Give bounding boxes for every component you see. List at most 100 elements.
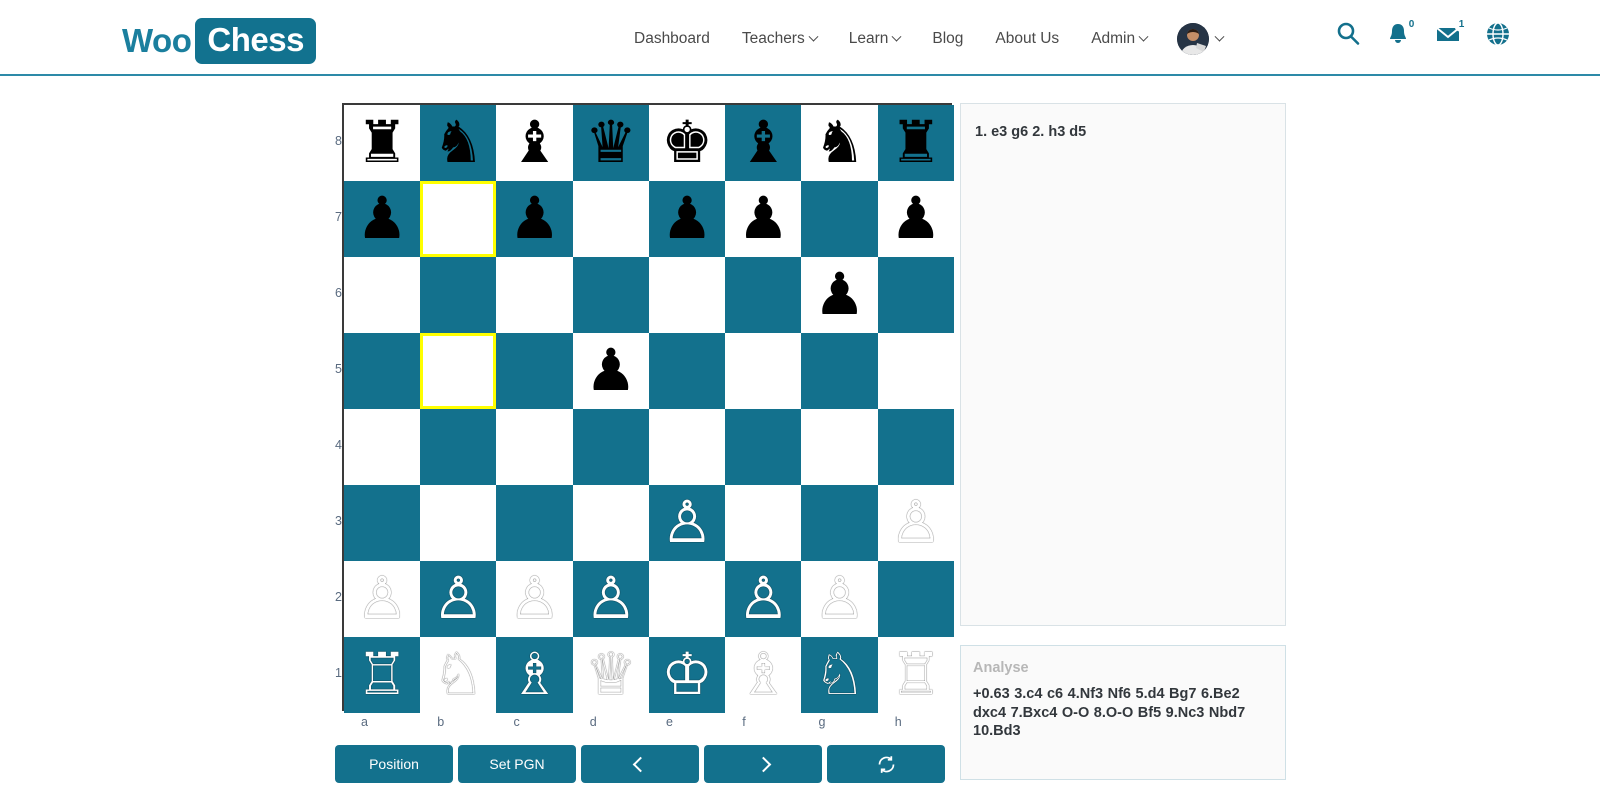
position-button[interactable]: Position	[335, 745, 453, 783]
board-square-h5[interactable]	[877, 333, 954, 409]
board-square-h4[interactable]	[877, 409, 954, 485]
piece-e7: ♟	[661, 186, 714, 251]
board-square-d2[interactable]: ♙	[572, 561, 649, 637]
board-square-e3[interactable]: ♙	[648, 485, 726, 561]
flip-board-button[interactable]	[827, 745, 945, 783]
board-square-a4[interactable]	[343, 409, 421, 485]
board-square-f8[interactable]: ♝	[725, 105, 802, 181]
piece-a7: ♟	[356, 186, 409, 251]
board-square-a8[interactable]: ♜	[343, 105, 421, 181]
board-square-d4[interactable]	[572, 409, 649, 485]
board-square-g3[interactable]	[801, 485, 878, 561]
chevron-down-icon	[1214, 31, 1225, 42]
file-label: a	[361, 715, 368, 729]
message-badge: 1	[1454, 17, 1469, 32]
board-square-f6[interactable]	[725, 257, 802, 333]
board-square-b2[interactable]: ♙	[420, 561, 497, 637]
search-icon[interactable]	[1334, 20, 1362, 50]
board-square-f3[interactable]	[725, 485, 802, 561]
board-square-b7[interactable]	[420, 181, 497, 257]
board-square-b3[interactable]	[420, 485, 497, 561]
board-square-e7[interactable]: ♟	[648, 181, 726, 257]
piece-f1: ♗	[737, 642, 790, 707]
next-move-button[interactable]	[704, 745, 822, 783]
board-square-c7[interactable]: ♟	[496, 181, 573, 257]
move-list-panel[interactable]: 1. e3 g6 2. h3 d5	[960, 103, 1286, 626]
board-square-d6[interactable]	[572, 257, 649, 333]
board-square-h1[interactable]: ♖	[877, 637, 954, 713]
board-square-g2[interactable]: ♙	[801, 561, 878, 637]
board-square-c8[interactable]: ♝	[496, 105, 573, 181]
board-square-g1[interactable]: ♘	[801, 637, 878, 713]
board-square-h2[interactable]	[877, 561, 954, 637]
piece-g2: ♙	[813, 566, 866, 631]
board-square-h3[interactable]: ♙	[877, 485, 954, 561]
board-square-e1[interactable]: ♔	[648, 637, 726, 713]
board-square-c6[interactable]	[496, 257, 573, 333]
board-square-h6[interactable]	[877, 257, 954, 333]
board-square-b5[interactable]	[420, 333, 497, 409]
board-square-e8[interactable]: ♚	[648, 105, 726, 181]
board-square-b1[interactable]: ♘	[420, 637, 497, 713]
board-square-a1[interactable]: ♖	[343, 637, 421, 713]
board-square-f7[interactable]: ♟	[725, 181, 802, 257]
board-square-c5[interactable]	[496, 333, 573, 409]
main-content: 8 7 6 5 4 3 2 1 ♜ ♞ ♝ ♛ ♚ ♝ ♞ ♜ ♟ ♟ ♟ ♟ ♟ ♟ ♟ ♙ ♙ ♙ ♙ ♙ ♙ ♙ ♙ ♖…	[0, 76, 1600, 800]
board-square-a5[interactable]	[343, 333, 421, 409]
board-square-a3[interactable]	[343, 485, 421, 561]
board-square-a2[interactable]: ♙	[343, 561, 421, 637]
board-square-b6[interactable]	[420, 257, 497, 333]
board-square-f1[interactable]: ♗	[725, 637, 802, 713]
board-square-c4[interactable]	[496, 409, 573, 485]
board-square-f4[interactable]	[725, 409, 802, 485]
board-square-g6[interactable]: ♟	[801, 257, 878, 333]
board-square-f2[interactable]: ♙	[725, 561, 802, 637]
nav-item-teachers[interactable]: Teachers	[726, 28, 833, 50]
nav-item-about-us[interactable]: About Us	[979, 28, 1075, 50]
set-pgn-button[interactable]: Set PGN	[458, 745, 576, 783]
piece-g6: ♟	[813, 262, 866, 327]
board-square-e6[interactable]	[648, 257, 726, 333]
nav-item-dashboard[interactable]: Dashboard	[618, 28, 726, 50]
site-logo[interactable]: Woo Chess	[122, 18, 316, 64]
nav-item-blog[interactable]: Blog	[916, 28, 979, 50]
board-square-g5[interactable]	[801, 333, 878, 409]
board-square-b4[interactable]	[420, 409, 497, 485]
board-square-a6[interactable]	[343, 257, 421, 333]
board-square-d8[interactable]: ♛	[572, 105, 649, 181]
board-square-f5[interactable]	[725, 333, 802, 409]
board-square-h7[interactable]: ♟	[877, 181, 954, 257]
board-square-h8[interactable]: ♜	[877, 105, 954, 181]
board-square-g7[interactable]	[801, 181, 878, 257]
board-square-e2[interactable]	[648, 561, 726, 637]
nav-item-learn[interactable]: Learn	[833, 28, 917, 50]
board-square-g8[interactable]: ♞	[801, 105, 878, 181]
piece-b1: ♘	[432, 642, 485, 707]
board-square-g4[interactable]	[801, 409, 878, 485]
nav-label: Teachers	[741, 30, 805, 47]
analyse-panel: Analyse +0.63 3.c4 c6 4.Nf3 Nf6 5.d4 Bg7…	[960, 645, 1286, 780]
board-square-d5[interactable]: ♟	[572, 333, 649, 409]
file-label: f	[742, 715, 746, 729]
board-square-e4[interactable]	[648, 409, 726, 485]
board-square-c3[interactable]	[496, 485, 573, 561]
board-square-d3[interactable]	[572, 485, 649, 561]
board-square-b8[interactable]: ♞	[420, 105, 497, 181]
board-square-c2[interactable]: ♙	[496, 561, 573, 637]
board-square-e5[interactable]	[648, 333, 726, 409]
chessboard[interactable]: ♜ ♞ ♝ ♛ ♚ ♝ ♞ ♜ ♟ ♟ ♟ ♟ ♟ ♟ ♟ ♙ ♙ ♙ ♙ ♙ ♙ ♙ ♙ ♖ ♘ ♗ ♕ ♔ ♗ ♘ ♖	[341, 103, 954, 713]
board-square-a7[interactable]: ♟	[343, 181, 421, 257]
user-menu[interactable]	[1163, 23, 1225, 55]
rank-label: 8	[335, 134, 342, 148]
nav-label: Learn	[848, 30, 889, 47]
envelope-icon[interactable]: 1	[1434, 17, 1469, 50]
previous-move-button[interactable]	[581, 745, 699, 783]
board-square-c1[interactable]: ♗	[496, 637, 573, 713]
board-square-d1[interactable]: ♕	[572, 637, 649, 713]
piece-c2: ♙	[508, 566, 561, 631]
nav-item-admin[interactable]: Admin	[1075, 28, 1163, 50]
rank-labels: 8 7 6 5 4 3 2 1	[335, 103, 342, 711]
globe-icon[interactable]	[1484, 20, 1512, 50]
bell-icon[interactable]: 0	[1384, 17, 1419, 50]
board-square-d7[interactable]	[572, 181, 649, 257]
